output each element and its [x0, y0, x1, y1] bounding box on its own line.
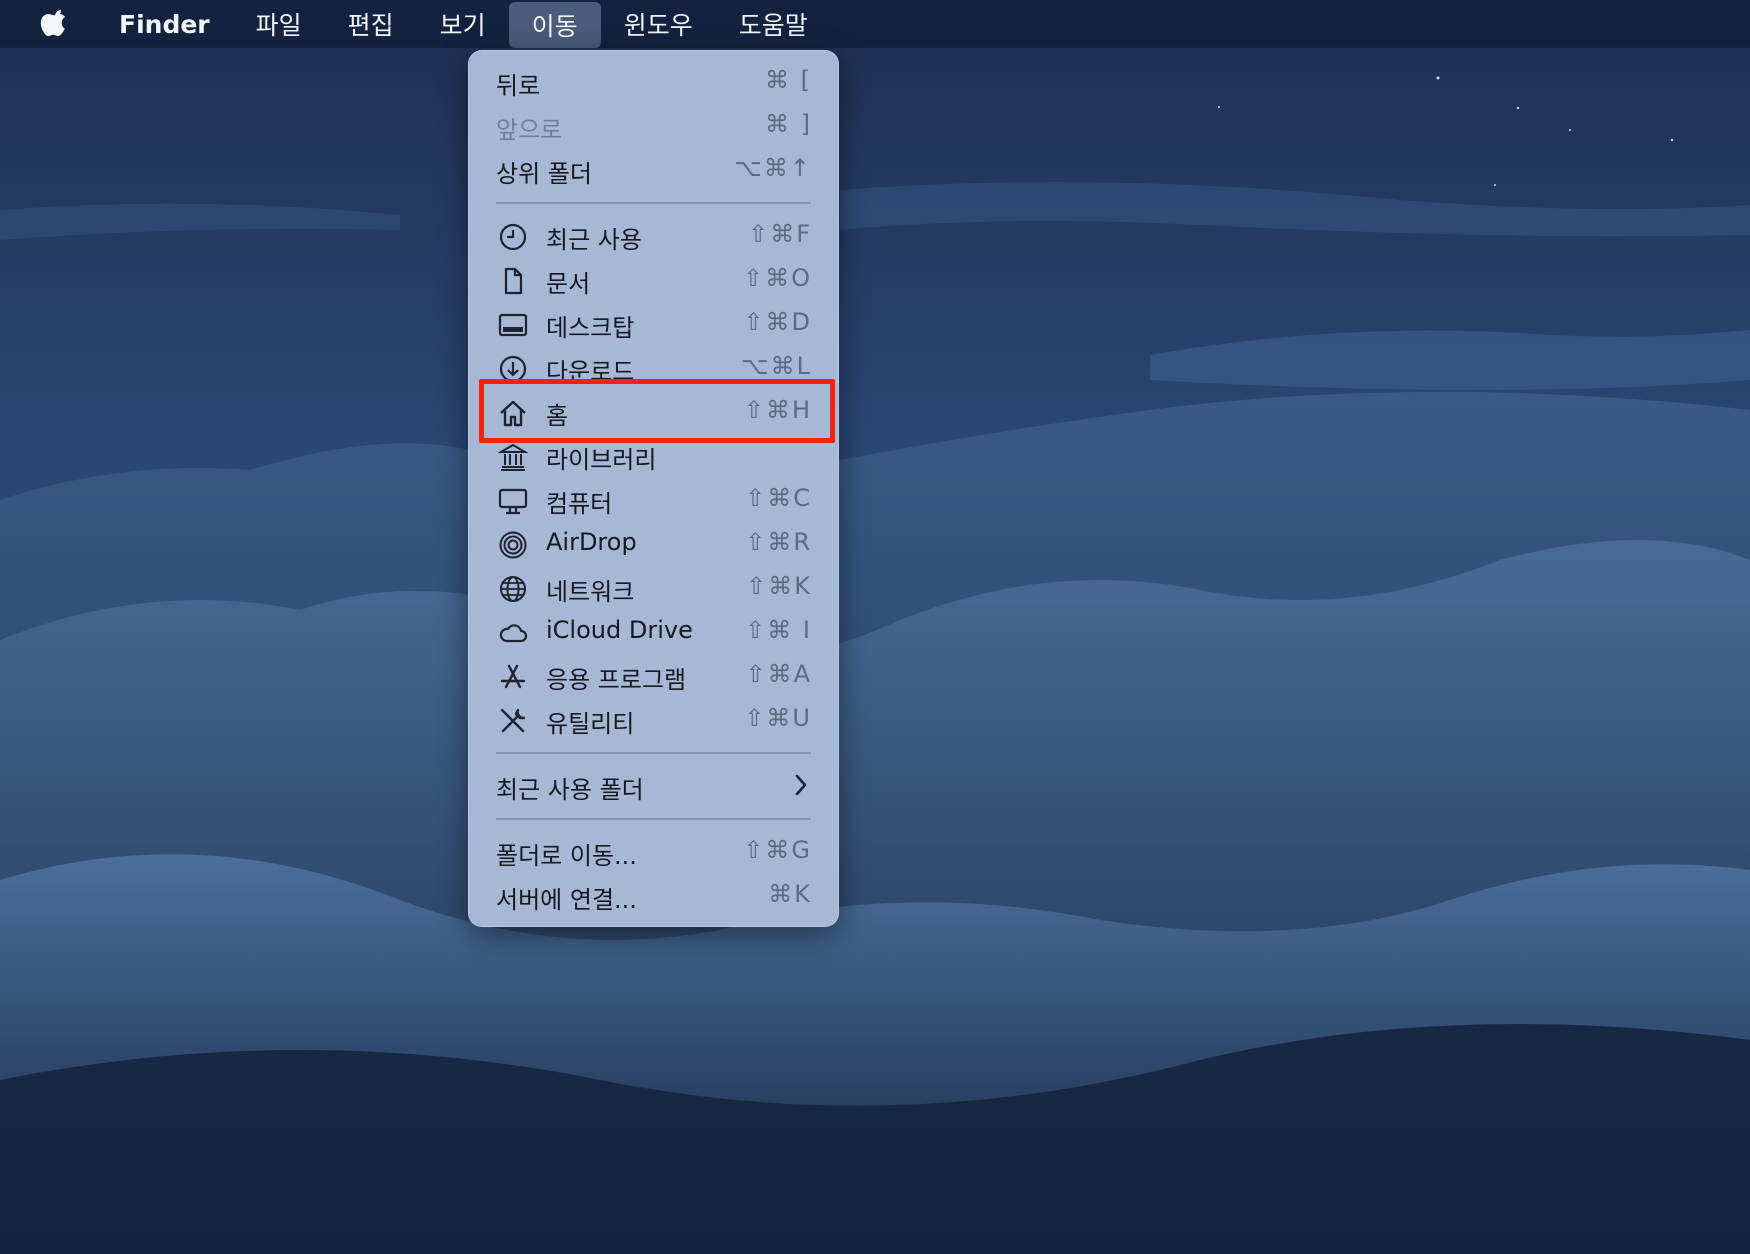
menu-item-label: AirDrop [546, 528, 637, 556]
go-menu-dropdown: 뒤로 ⌘ [ 앞으로 ⌘ ] 상위 폴더 ⌥⌘↑ 최근 사용 ⇧⌘F 문서 ⇧⌘… [468, 50, 839, 927]
menu-item-label: 최근 사용 [546, 226, 642, 254]
menubar-go[interactable]: 이동 [508, 1, 601, 48]
computer-icon [498, 488, 528, 515]
menu-item-icloud-drive[interactable]: iCloud Drive ⇧⌘ I [468, 612, 839, 652]
menu-item-label: 네트워크 [546, 578, 635, 606]
menu-item-label: 상위 폴더 [496, 160, 592, 188]
menu-item-recents[interactable]: 최근 사용 ⇧⌘F [468, 216, 839, 256]
menu-item-label: 문서 [546, 270, 591, 298]
menu-item-shortcut: ⇧⌘ I [745, 616, 812, 644]
menu-item-shortcut: ⇧⌘D [743, 308, 812, 336]
apple-logo-icon [40, 9, 66, 37]
menu-item-shortcut: ⌘ ] [765, 110, 812, 138]
menu-item-utilities[interactable]: 유틸리티 ⇧⌘U [468, 700, 839, 740]
apple-menu[interactable] [0, 0, 96, 48]
menu-item-back[interactable]: 뒤로 ⌘ [ [468, 62, 839, 102]
menu-item-shortcut: ⌥⌘L [740, 352, 812, 380]
menu-item-applications[interactable]: 응용 프로그램 ⇧⌘A [468, 656, 839, 696]
menubar-finder[interactable]: Finder [96, 0, 233, 48]
menu-item-documents[interactable]: 문서 ⇧⌘O [468, 260, 839, 300]
menu-item-label: 응용 프로그램 [546, 666, 687, 694]
menubar-edit[interactable]: 편집 [325, 0, 417, 48]
highlight-box [479, 379, 835, 443]
library-icon [498, 443, 528, 471]
menubar-help[interactable]: 도움말 [716, 0, 831, 48]
menu-item-shortcut: ⌥⌘↑ [734, 154, 812, 182]
menu-separator [496, 752, 811, 754]
menu-item-label: 유틸리티 [546, 710, 635, 738]
menu-bar: Finder 파일 편집 보기 이동 윈도우 도움말 [0, 0, 1750, 48]
menubar-file[interactable]: 파일 [233, 0, 325, 48]
menu-item-enclosing-folder[interactable]: 상위 폴더 ⌥⌘↑ [468, 150, 839, 190]
menu-item-go-to-folder[interactable]: 폴더로 이동... ⇧⌘G [468, 832, 839, 872]
menu-item-label: 폴더로 이동... [496, 842, 637, 870]
menu-item-label: 뒤로 [496, 72, 541, 100]
desktop-wallpaper [0, 0, 1750, 1254]
menu-item-label: 앞으로 [496, 116, 563, 144]
menu-separator [496, 202, 811, 204]
cloud-icon [499, 624, 528, 643]
menu-item-forward: 앞으로 ⌘ ] [468, 106, 839, 146]
menu-item-shortcut: ⇧⌘C [745, 484, 812, 512]
applications-icon [500, 664, 526, 689]
document-icon [504, 267, 523, 295]
utilities-tools-icon [500, 708, 526, 733]
menu-item-airdrop[interactable]: AirDrop ⇧⌘R [468, 524, 839, 564]
menu-item-label: 최근 사용 폴더 [496, 776, 644, 804]
menu-item-computer[interactable]: 컴퓨터 ⇧⌘C [468, 480, 839, 520]
menu-item-shortcut: ⌘ [ [765, 66, 812, 94]
desktop-icon [498, 313, 528, 337]
menu-item-shortcut: ⇧⌘A [745, 660, 812, 688]
menu-item-shortcut: ⇧⌘K [746, 572, 812, 600]
menu-item-shortcut: ⇧⌘O [743, 264, 812, 292]
menu-item-shortcut: ⇧⌘U [744, 704, 812, 732]
menu-item-network[interactable]: 네트워크 ⇧⌘K [468, 568, 839, 608]
menubar-window[interactable]: 윈도우 [601, 0, 716, 48]
airdrop-icon [499, 531, 527, 559]
menu-item-desktop[interactable]: 데스크탑 ⇧⌘D [468, 304, 839, 344]
menu-item-recent-folders[interactable]: 최근 사용 폴더 [468, 766, 839, 806]
menu-item-label: 라이브러리 [546, 446, 657, 474]
menu-item-label: iCloud Drive [546, 616, 693, 644]
menu-item-shortcut: ⇧⌘R [745, 528, 812, 556]
menu-item-shortcut: ⌘K [768, 880, 812, 908]
menu-item-label: 컴퓨터 [546, 490, 613, 518]
menu-separator [496, 818, 811, 820]
menu-item-shortcut: ⇧⌘F [748, 220, 812, 248]
chevron-right-icon [795, 774, 807, 796]
menu-item-connect-to-server[interactable]: 서버에 연결... ⌘K [468, 876, 839, 916]
clock-icon [499, 223, 527, 251]
menu-item-shortcut: ⇧⌘G [743, 836, 812, 864]
menubar-view[interactable]: 보기 [417, 0, 509, 48]
network-globe-icon [500, 576, 526, 602]
menu-item-label: 서버에 연결... [496, 886, 637, 914]
menu-item-label: 데스크탑 [546, 314, 635, 342]
